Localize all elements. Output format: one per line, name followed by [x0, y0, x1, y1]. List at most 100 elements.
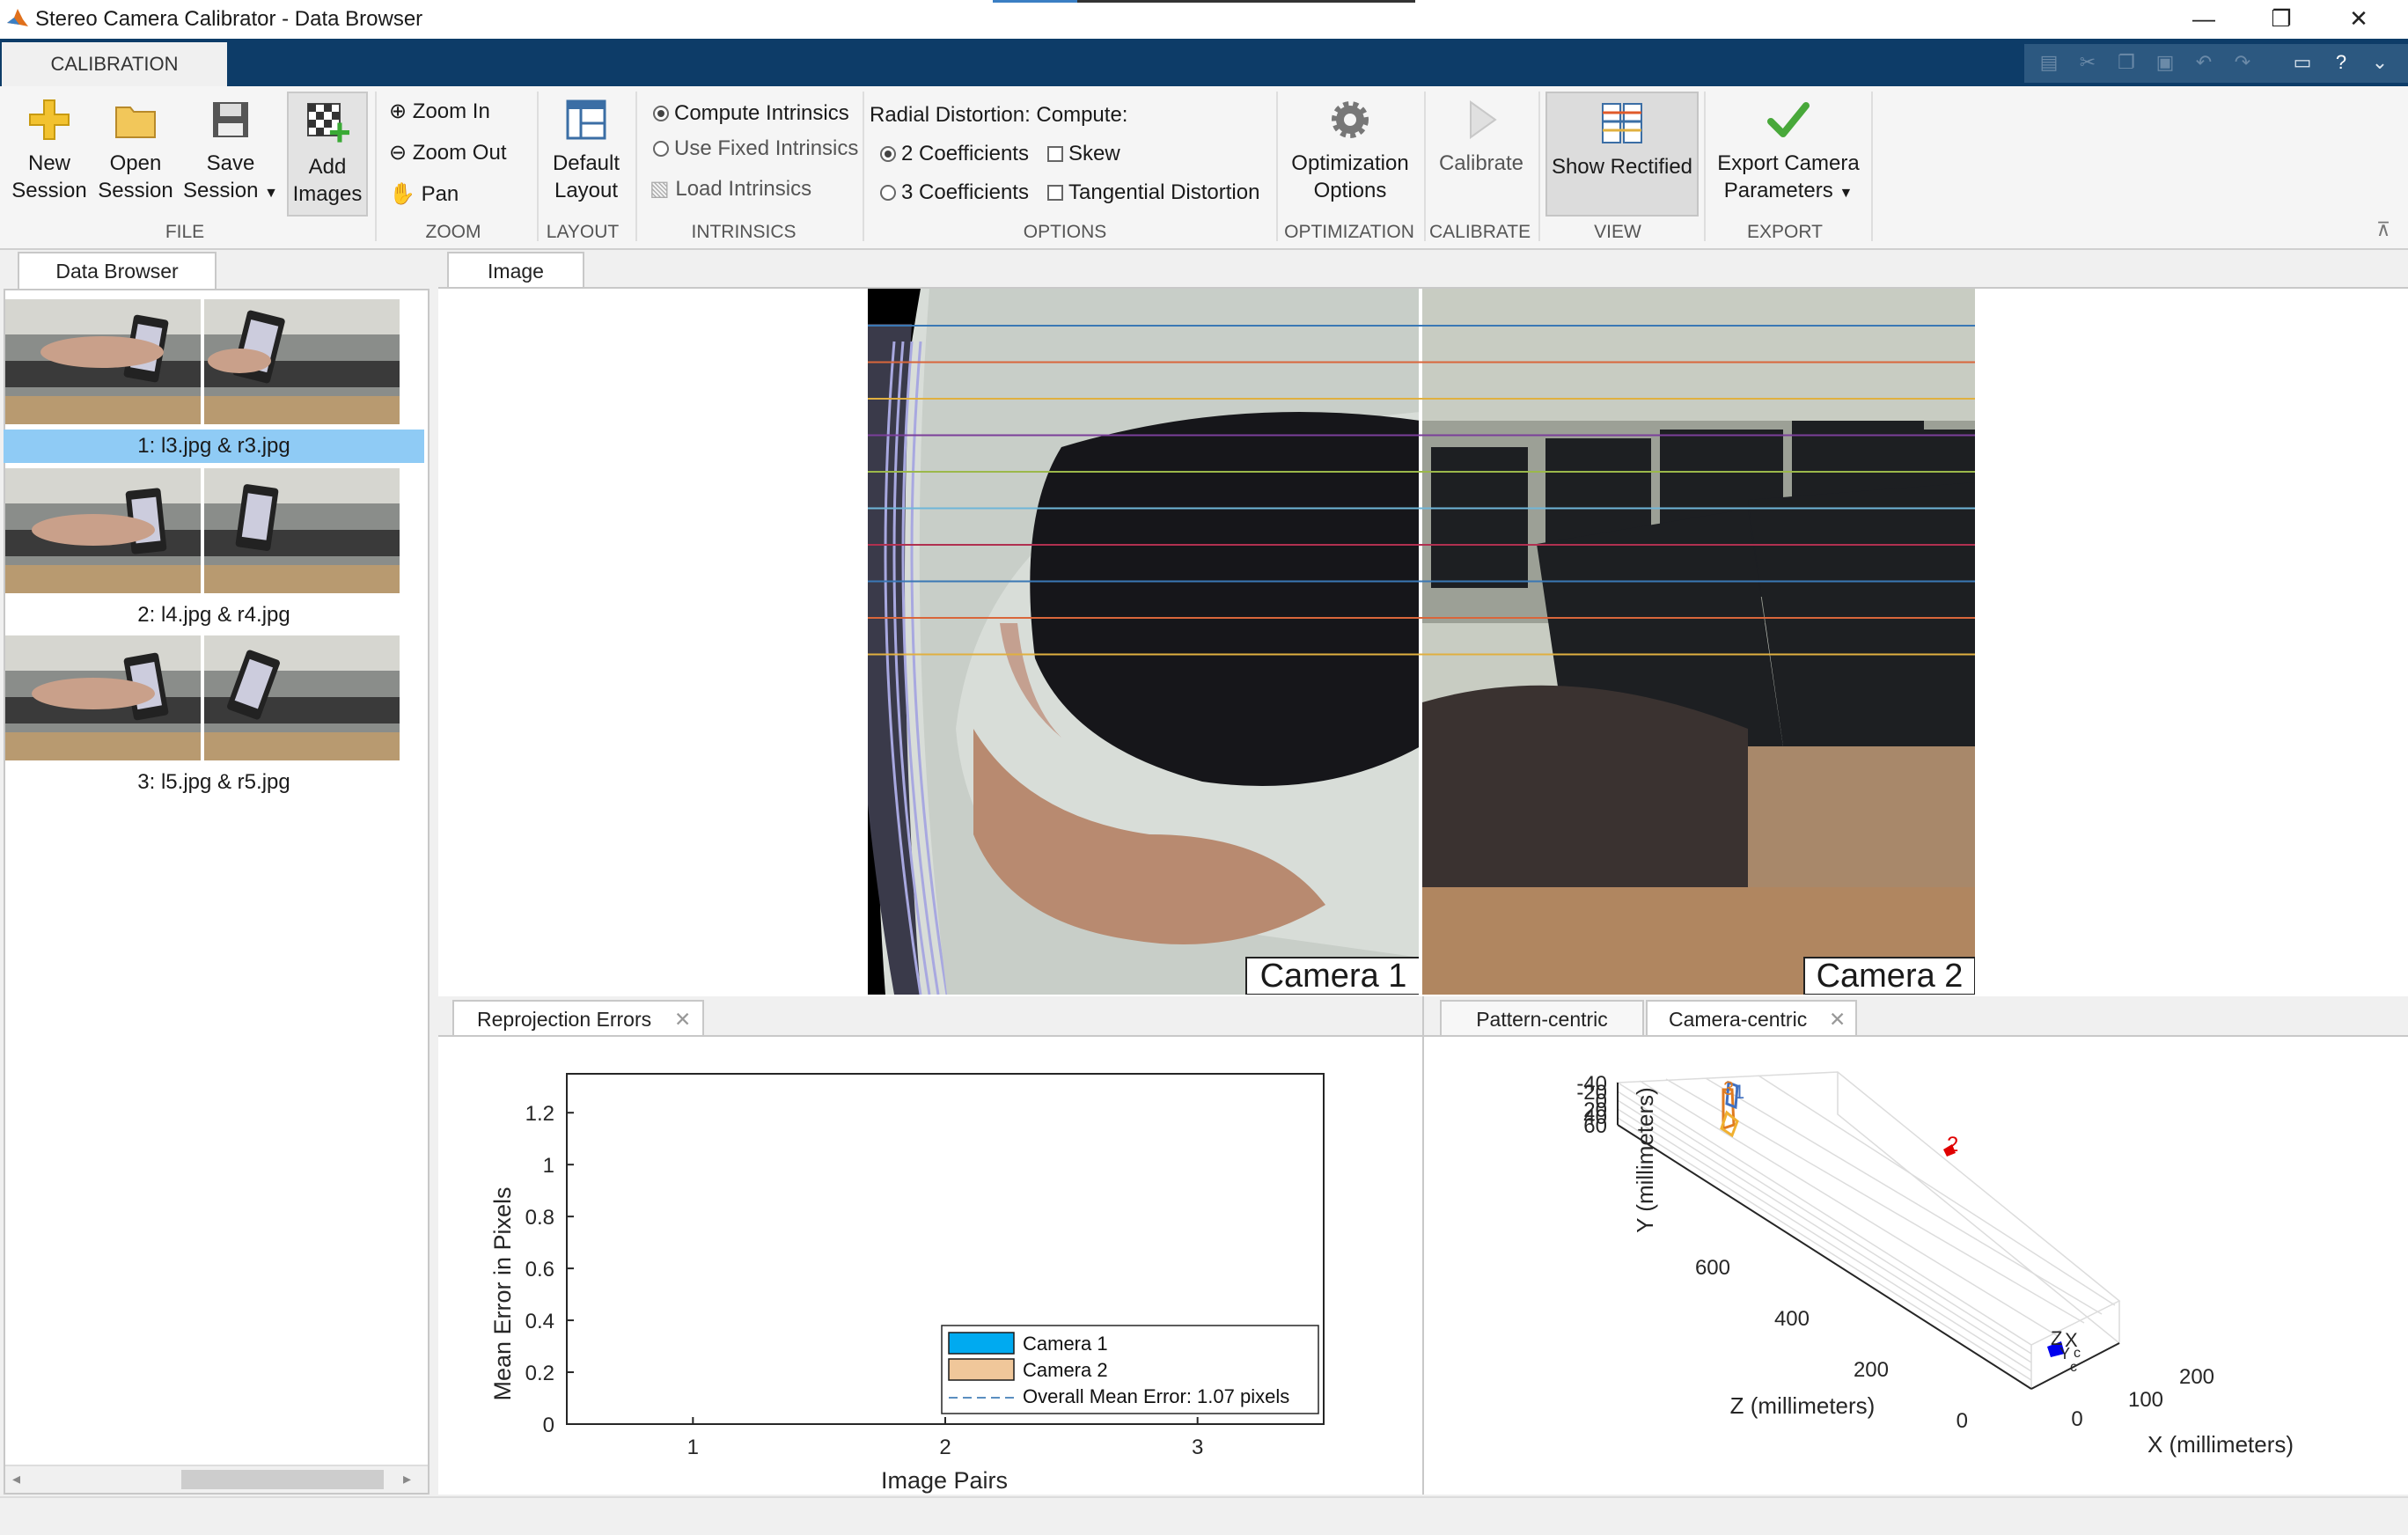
three-coefficients-radio[interactable]: 3 Coefficients — [880, 180, 1029, 206]
calibrate-label: Calibrate — [1438, 151, 1524, 175]
new-session-label-2: Session — [11, 179, 87, 202]
scrollbar-thumb[interactable] — [181, 1470, 384, 1489]
y-tick-label: 0.6 — [525, 1258, 554, 1282]
zoom-in-button[interactable]: ⊕ Zoom In — [389, 99, 490, 125]
extrinsics-3d-plot[interactable]: -40 -20 0 20 40 60 600 400 200 0 0 100 2… — [1424, 1037, 2408, 1495]
separator — [537, 92, 539, 241]
close-icon[interactable]: ✕ — [674, 1002, 691, 1037]
play-icon — [1470, 100, 1497, 139]
layout-icon[interactable]: ▭ — [2287, 49, 2318, 76]
use-fixed-intrinsics-radio[interactable]: Use Fixed Intrinsics — [653, 136, 858, 162]
window-title: Stereo Camera Calibrator - Data Browser — [35, 7, 423, 31]
new-session-button[interactable]: New Session — [9, 97, 90, 204]
separator — [1276, 92, 1278, 241]
minimize-button[interactable]: — — [2165, 0, 2243, 39]
scroll-left-icon[interactable]: ◂ — [12, 1470, 28, 1489]
tab-reprojection-errors[interactable]: Reprojection Errors ✕ — [452, 1000, 704, 1037]
collapse-ribbon-icon[interactable]: ⌄ — [2364, 49, 2396, 76]
tab-pattern-centric[interactable]: Pattern-centric — [1440, 1000, 1644, 1037]
camera-axis-label: c — [2074, 1346, 2081, 1361]
group-label-calibrate: CALIBRATE — [1429, 222, 1531, 242]
export-camera-parameters-button[interactable]: Export Camera Parameters ▼ — [1711, 97, 1866, 207]
redo-icon[interactable]: ↷ — [2227, 49, 2258, 76]
open-session-button[interactable]: Open Session — [95, 97, 176, 204]
open-session-label-2: Session — [98, 179, 173, 202]
camera1-marker: Z X Y c c — [2047, 1327, 2081, 1375]
compute-intrinsics-radio[interactable]: Compute Intrinsics — [653, 100, 849, 127]
separator — [1871, 92, 1873, 241]
help-icon[interactable]: ? — [2325, 49, 2357, 76]
tab-reprojection-label: Reprojection Errors — [477, 1008, 652, 1031]
load-icon: ▧ — [650, 177, 670, 201]
radio-selected-icon — [880, 146, 896, 162]
add-images-button[interactable]: Add Images — [287, 92, 368, 217]
reprojection-errors-chart[interactable]: Drag to select outliers 12300.20.40.60.8… — [438, 1037, 1422, 1495]
default-layout-button[interactable]: Default Layout — [542, 97, 630, 204]
x-tick-label: 100 — [2128, 1388, 2163, 1412]
tangential-distortion-label: Tangential Distortion — [1068, 180, 1260, 204]
y-tick-label: 60 — [1583, 1114, 1607, 1138]
y-axis-label: Y (millimeters) — [1632, 1087, 1658, 1233]
horizontal-scrollbar[interactable]: ◂ ▸ — [5, 1465, 428, 1493]
radio-icon — [653, 141, 669, 157]
camera-axis-label: c — [2070, 1360, 2077, 1375]
load-intrinsics-button[interactable]: ▧ Load Intrinsics — [650, 176, 811, 202]
title-accent-dark — [1077, 0, 1415, 3]
collapse-ribbon-icon[interactable]: ⊼ — [2376, 218, 2390, 241]
legend-label: Camera 2 — [1023, 1359, 1108, 1381]
three-coefficients-label: 3 Coefficients — [901, 180, 1029, 204]
grid-lines — [1615, 1071, 2121, 1391]
use-fixed-intrinsics-label: Use Fixed Intrinsics — [674, 136, 859, 160]
tab-camera-centric[interactable]: Camera-centric ✕ — [1646, 1000, 1857, 1037]
group-label-file: FILE — [165, 222, 205, 242]
export-label-2: Parameters ▼ — [1723, 179, 1854, 202]
y-tick-label: 0.4 — [525, 1310, 554, 1333]
list-item-label: 3: l5.jpg & r5.jpg — [137, 770, 290, 794]
zoom-out-button[interactable]: ⊖ Zoom Out — [389, 140, 506, 166]
tab-camera-centric-label: Camera-centric — [1669, 1008, 1808, 1031]
plus-icon — [29, 99, 70, 140]
undo-icon[interactable]: ↶ — [2188, 49, 2220, 76]
legend: Camera 1 Camera 2 Overall Mean Error: 1.07… — [941, 1325, 1319, 1414]
list-item[interactable]: 1: l3.jpg & r3.jpg — [4, 299, 424, 463]
tab-image[interactable]: Image — [447, 252, 584, 289]
paste-icon[interactable]: ▣ — [2149, 49, 2181, 76]
camera1-label: Camera 1 — [1259, 958, 1407, 995]
tab-calibration[interactable]: CALIBRATION — [2, 42, 227, 86]
legend-label: Overall Mean Error: 1.07 pixels — [1023, 1385, 1289, 1407]
scroll-right-icon[interactable]: ▸ — [403, 1470, 419, 1489]
hand-icon: ✋ — [389, 182, 415, 206]
two-coefficients-radio[interactable]: 2 Coefficients — [880, 141, 1029, 167]
legend-label: Camera 1 — [1023, 1333, 1108, 1355]
compute-intrinsics-label: Compute Intrinsics — [674, 101, 849, 125]
save-icon[interactable]: ▤ — [2033, 49, 2065, 76]
list-item[interactable]: 2: l4.jpg & r4.jpg — [4, 468, 424, 632]
maximize-button[interactable]: ❐ — [2243, 0, 2320, 39]
close-icon[interactable]: ✕ — [1829, 1002, 1846, 1037]
optimization-options-button[interactable]: Optimization Options — [1281, 97, 1419, 204]
skew-checkbox[interactable]: Skew — [1047, 141, 1120, 167]
save-session-button[interactable]: Save Session ▼ — [181, 97, 280, 207]
list-item[interactable]: 3: l5.jpg & r5.jpg — [4, 635, 424, 799]
chevron-down-icon: ▼ — [1839, 186, 1854, 201]
calibrate-button[interactable]: Calibrate — [1429, 97, 1533, 177]
tangential-distortion-checkbox[interactable]: Tangential Distortion — [1047, 180, 1259, 206]
tab-data-browser[interactable]: Data Browser — [18, 252, 217, 289]
radio-icon — [880, 185, 896, 201]
skew-label: Skew — [1068, 142, 1120, 165]
copy-icon[interactable]: ❐ — [2111, 49, 2142, 76]
group-label-export: EXPORT — [1747, 222, 1823, 242]
legend-swatch-camera1 — [948, 1332, 1015, 1355]
load-intrinsics-label: Load Intrinsics — [675, 177, 812, 201]
group-label-view: VIEW — [1594, 222, 1641, 242]
group-label-intrinsics: INTRINSICS — [691, 222, 797, 242]
pan-button[interactable]: ✋ Pan — [389, 181, 459, 208]
cut-icon[interactable]: ✂ — [2072, 49, 2103, 76]
show-rectified-button[interactable]: Show Rectified — [1545, 92, 1699, 217]
zoom-out-icon: ⊖ — [389, 141, 407, 165]
export-label-1: Export Camera — [1717, 151, 1860, 175]
legend-swatch-camera2 — [948, 1358, 1015, 1381]
title-accent — [993, 0, 1077, 3]
rectified-images-icon — [1602, 103, 1642, 143]
close-button[interactable]: ✕ — [2320, 0, 2397, 39]
